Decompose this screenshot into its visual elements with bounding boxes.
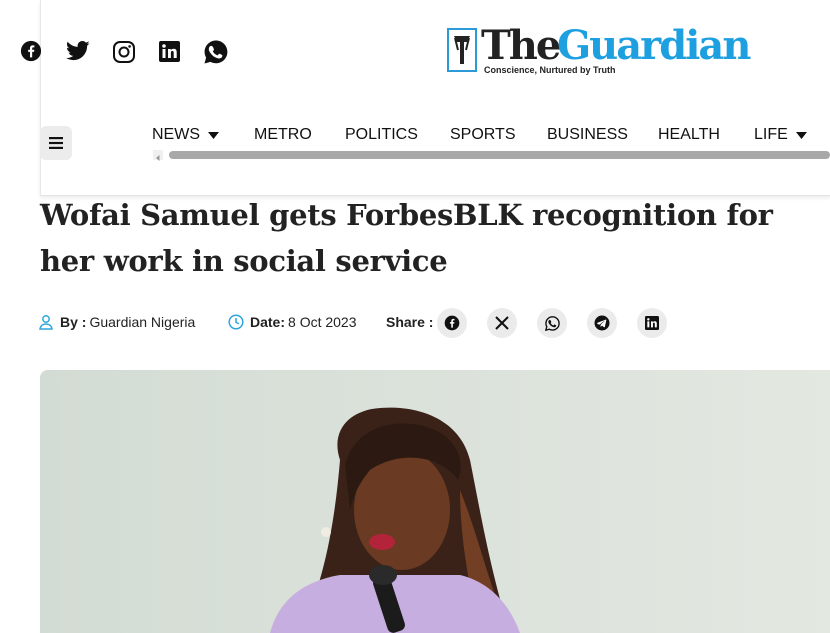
user-icon (39, 315, 53, 330)
share-facebook-button[interactable] (437, 308, 467, 338)
nav-item-label: HEALTH (658, 126, 720, 143)
nav-item-business[interactable]: BUSINESS (547, 126, 628, 144)
article-title: Wofai Samuel gets ForbesBLK recognition … (40, 198, 773, 278)
facebook-icon (444, 315, 460, 331)
nav-item-sports[interactable]: SPORTS (450, 126, 516, 144)
date-meta: Date: 8 Oct 2023 (228, 314, 357, 330)
publish-date: 8 Oct 2023 (288, 314, 357, 330)
whatsapp-icon[interactable] (203, 39, 229, 70)
nav-item-life[interactable]: LIFE (754, 126, 807, 144)
nav-item-metro[interactable]: METRO (254, 126, 312, 144)
linkedin-icon[interactable] (159, 41, 180, 67)
twitter-icon[interactable] (66, 41, 90, 66)
share-label: Share : (386, 314, 433, 330)
nav-item-label: POLITICS (345, 126, 418, 143)
logo-emblem-icon (447, 28, 477, 72)
share-x-button[interactable] (487, 308, 517, 338)
portrait-photo (40, 370, 830, 633)
hamburger-icon (49, 137, 63, 149)
share-linkedin-button[interactable] (637, 308, 667, 338)
author-meta: By : Guardian Nigeria (38, 314, 195, 330)
caret-down-icon (795, 131, 807, 139)
nav-item-label: NEWS (152, 126, 200, 143)
nav-item-health[interactable]: HEALTH (658, 126, 720, 144)
nav-scrollbar[interactable] (153, 149, 830, 161)
whatsapp-icon (544, 315, 560, 331)
article-hero-image (40, 370, 830, 633)
hamburger-menu-button[interactable] (40, 126, 72, 160)
logo-the-text: The (481, 22, 561, 69)
by-label: By : (60, 314, 87, 330)
nav-item-label: SPORTS (450, 126, 516, 143)
date-label: Date: (250, 314, 286, 330)
nav-item-label: METRO (254, 126, 312, 143)
nav-item-label: LIFE (754, 126, 788, 143)
telegram-icon (594, 315, 610, 331)
scrollbar-thumb[interactable] (169, 151, 830, 159)
linkedin-icon (645, 316, 659, 330)
facebook-icon[interactable] (20, 40, 44, 64)
instagram-icon[interactable] (112, 40, 136, 69)
nav-item-label: BUSINESS (547, 126, 628, 143)
x-icon (495, 316, 509, 330)
share-label-text: Share : (386, 314, 434, 330)
logo-tagline: Conscience, Nurtured by Truth (484, 65, 616, 75)
nav-item-politics[interactable]: POLITICS (345, 126, 418, 144)
share-whatsapp-button[interactable] (537, 308, 567, 338)
logo-guardian-text: Guardian (557, 22, 751, 69)
caret-down-icon (208, 131, 219, 139)
clock-icon (228, 314, 244, 330)
scroll-left-icon[interactable] (153, 150, 163, 161)
nav-item-news[interactable]: NEWS (152, 126, 219, 144)
author-name[interactable]: Guardian Nigeria (89, 314, 195, 330)
share-telegram-button[interactable] (587, 308, 617, 338)
guardian-logo[interactable]: The Guardian Conscience, Nurtured by Tru… (447, 22, 751, 76)
